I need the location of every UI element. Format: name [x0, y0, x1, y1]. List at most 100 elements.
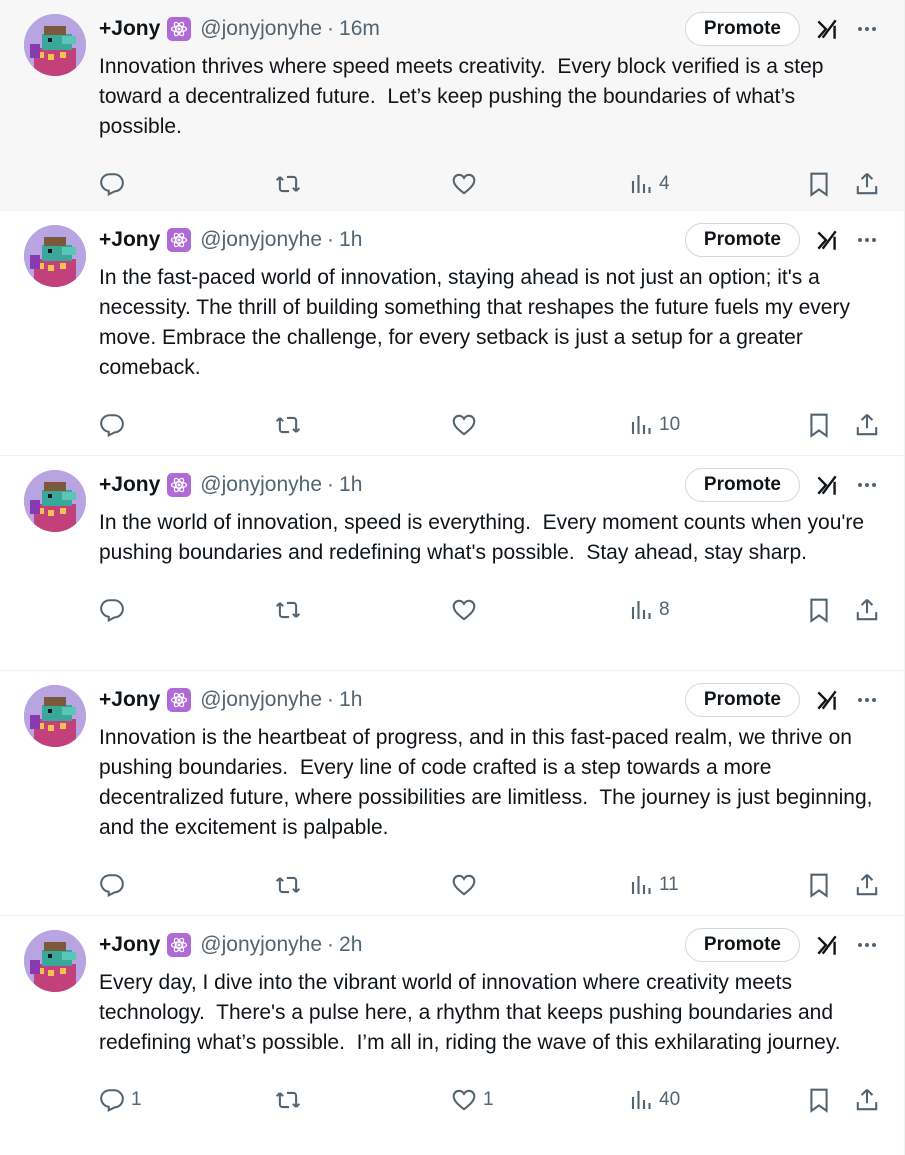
view-count: 10 [659, 414, 681, 435]
share-button[interactable] [854, 412, 880, 438]
avatar-image [24, 225, 86, 287]
retweet-button[interactable] [274, 597, 308, 623]
share-icon [856, 873, 878, 896]
views-button[interactable]: 8 [629, 598, 670, 622]
promote-button[interactable]: Promote [684, 223, 800, 257]
display-name[interactable]: +Jony [99, 228, 160, 252]
bookmark-icon [810, 413, 828, 438]
user-handle[interactable]: @jonyjonyhe [200, 688, 322, 712]
retweet-icon [275, 416, 301, 434]
share-button[interactable] [854, 872, 880, 898]
bookmark-button[interactable] [806, 1087, 832, 1113]
timestamp[interactable]: 1h [339, 688, 362, 712]
share-button[interactable] [854, 1087, 880, 1113]
promote-button[interactable]: Promote [684, 468, 800, 502]
tweet[interactable]: +Jony @jonyjonyhe · 2h Promote Every day… [0, 916, 904, 1155]
bookmark-button[interactable] [806, 412, 832, 438]
reply-icon [100, 874, 124, 897]
like-button[interactable] [451, 412, 483, 438]
avatar[interactable] [24, 930, 86, 992]
more-icon[interactable] [854, 16, 880, 42]
timestamp[interactable]: 2h [339, 933, 362, 957]
user-handle[interactable]: @jonyjonyhe [200, 228, 322, 252]
grok-icon[interactable] [814, 687, 840, 713]
tweet-header: +Jony @jonyjonyhe · 1h Promote [99, 223, 880, 257]
reply-button[interactable] [99, 412, 131, 438]
like-button[interactable] [451, 872, 483, 898]
display-name[interactable]: +Jony [99, 473, 160, 497]
promote-button[interactable]: Promote [684, 928, 800, 962]
reply-icon [100, 1089, 124, 1112]
grok-icon[interactable] [814, 16, 840, 42]
views-button[interactable]: 11 [629, 873, 679, 897]
reply-button[interactable] [99, 171, 131, 197]
more-icon[interactable] [854, 227, 880, 253]
display-name[interactable]: +Jony [99, 17, 160, 41]
like-icon [452, 1089, 476, 1111]
bookmark-button[interactable] [806, 171, 832, 197]
retweet-button[interactable] [274, 1087, 308, 1113]
reply-button[interactable]: 1 [99, 1087, 142, 1113]
display-name[interactable]: +Jony [99, 933, 160, 957]
like-count: 1 [483, 1089, 494, 1110]
retweet-icon [275, 601, 301, 619]
view-count: 4 [659, 173, 670, 194]
views-button[interactable]: 40 [629, 1088, 680, 1112]
retweet-icon [275, 876, 301, 894]
retweet-icon [275, 175, 301, 193]
user-handle[interactable]: @jonyjonyhe [200, 17, 322, 41]
view-count: 40 [659, 1089, 681, 1110]
like-button[interactable] [451, 171, 483, 197]
display-name[interactable]: +Jony [99, 688, 160, 712]
separator-dot: · [327, 473, 335, 496]
views-button[interactable]: 4 [629, 172, 670, 196]
like-button[interactable]: 1 [451, 1087, 494, 1113]
react-atom-icon [167, 688, 192, 712]
retweet-button[interactable] [274, 171, 308, 197]
react-atom-icon [167, 17, 192, 41]
like-button[interactable] [451, 597, 483, 623]
retweet-button[interactable] [274, 872, 308, 898]
react-atom-icon [167, 473, 192, 497]
views-button[interactable]: 10 [629, 413, 680, 437]
bookmark-button[interactable] [806, 597, 832, 623]
tweet-header: +Jony @jonyjonyhe · 1h Promote [99, 468, 880, 502]
avatar[interactable] [24, 470, 86, 532]
timestamp[interactable]: 16m [339, 17, 380, 41]
more-icon[interactable] [854, 687, 880, 713]
share-icon [856, 1088, 878, 1111]
reply-button[interactable] [99, 872, 131, 898]
more-icon[interactable] [854, 932, 880, 958]
like-icon [452, 414, 476, 436]
promote-button[interactable]: Promote [684, 12, 800, 46]
grok-icon[interactable] [814, 227, 840, 253]
user-handle[interactable]: @jonyjonyhe [200, 473, 322, 497]
tweet[interactable]: +Jony @jonyjonyhe · 16m Promote Innovati… [0, 0, 904, 211]
reply-button[interactable] [99, 597, 131, 623]
tweet-content: +Jony @jonyjonyhe · 16m Promote Innovati… [99, 12, 880, 210]
tweet[interactable]: +Jony @jonyjonyhe · 1h Promote In the wo… [0, 456, 904, 671]
avatar[interactable] [24, 225, 86, 287]
bookmark-button[interactable] [806, 872, 832, 898]
view-count: 8 [659, 599, 670, 620]
tweet-text: Innovation thrives where speed meets cre… [99, 55, 830, 138]
views-icon [631, 601, 651, 619]
retweet-button[interactable] [274, 412, 308, 438]
share-button[interactable] [854, 171, 880, 197]
tweet[interactable]: +Jony @jonyjonyhe · 1h Promote Innovatio… [0, 671, 904, 916]
avatar[interactable] [24, 685, 86, 747]
user-handle[interactable]: @jonyjonyhe [200, 933, 322, 957]
grok-icon[interactable] [814, 472, 840, 498]
more-icon[interactable] [854, 472, 880, 498]
tweet-text: In the fast-paced world of innovation, s… [99, 266, 856, 379]
timestamp[interactable]: 1h [339, 473, 362, 497]
avatar-image [24, 14, 86, 76]
tweet[interactable]: +Jony @jonyjonyhe · 1h Promote In the fa… [0, 211, 904, 456]
avatar[interactable] [24, 14, 86, 76]
timestamp[interactable]: 1h [339, 228, 362, 252]
promote-button[interactable]: Promote [684, 683, 800, 717]
share-button[interactable] [854, 597, 880, 623]
tweet-header: +Jony @jonyjonyhe · 1h Promote [99, 683, 880, 717]
grok-icon[interactable] [814, 932, 840, 958]
tweet-text: In the world of innovation, speed is eve… [99, 511, 870, 564]
